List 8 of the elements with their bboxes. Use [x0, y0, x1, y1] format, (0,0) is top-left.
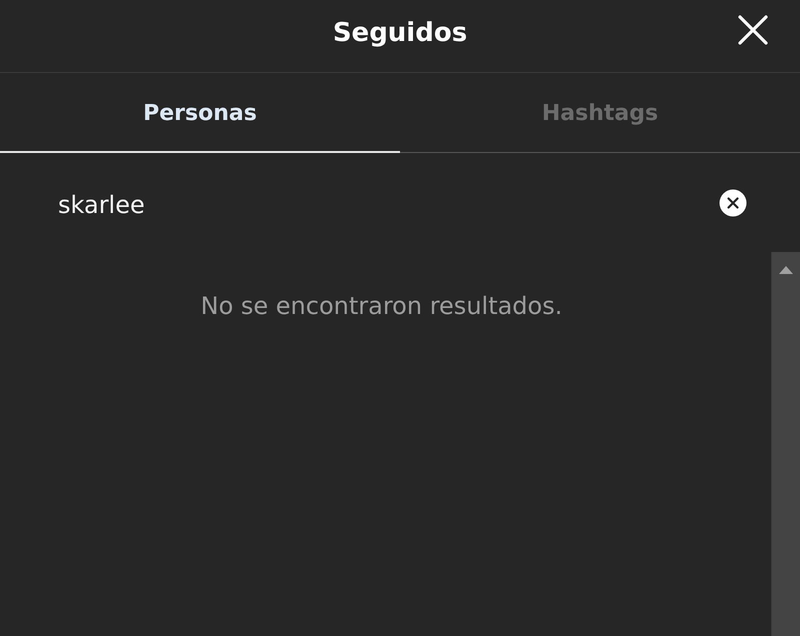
dialog-title: Seguidos	[332, 17, 468, 49]
close-icon[interactable]	[738, 15, 768, 45]
no-results-message: No se encontraron resultados.	[200, 291, 562, 322]
scroll-up-icon[interactable]	[779, 266, 793, 274]
scrollbar[interactable]	[771, 252, 800, 636]
tab[interactable]: Personas	[0, 73, 400, 153]
search-field[interactable]: skarlee	[58, 188, 699, 220]
clear-icon[interactable]	[719, 188, 747, 216]
